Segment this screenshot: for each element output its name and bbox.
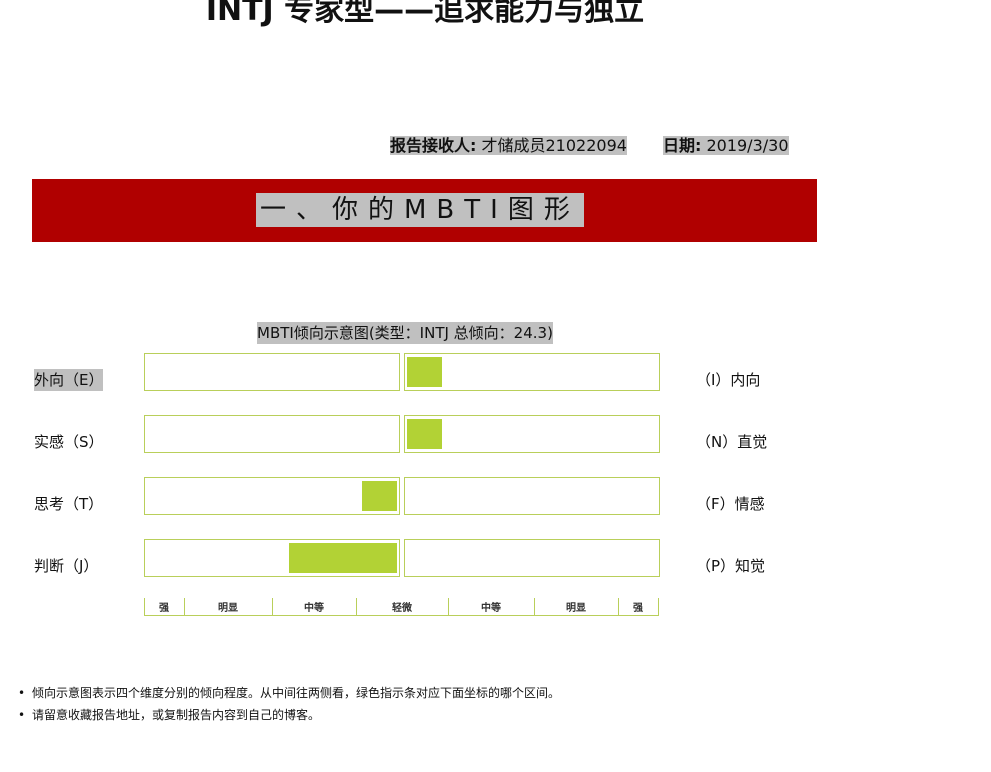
chart-title: MBTI倾向示意图(类型：INTJ 总倾向：24.3) bbox=[257, 322, 553, 344]
dimension-left-label: 判断（J） bbox=[34, 557, 99, 575]
date-label: 日期: bbox=[662, 136, 702, 155]
date-value: 2019/3/30 bbox=[706, 136, 789, 155]
tendency-box-right bbox=[404, 539, 660, 577]
scale-label: 明显 bbox=[218, 603, 238, 614]
dimension-right-label: （P）知觉 bbox=[696, 557, 766, 575]
scale-label: 强 bbox=[633, 603, 643, 614]
scale-tick bbox=[658, 598, 659, 616]
tendency-box-left bbox=[144, 539, 400, 577]
tendency-bar bbox=[289, 543, 397, 573]
scale-label: 中等 bbox=[481, 603, 501, 614]
report-meta: 报告接收人: 才储成员21022094 日期: 2019/3/30 bbox=[390, 134, 789, 158]
scale-label: 中等 bbox=[304, 603, 324, 614]
tendency-box-left bbox=[144, 415, 400, 453]
scale-label: 强 bbox=[159, 603, 169, 614]
dimension-left-label: 实感（S） bbox=[34, 433, 104, 451]
section-banner: 一、你的MBTI图形 bbox=[32, 179, 817, 242]
dimension-right-label: （F）情感 bbox=[696, 495, 765, 513]
recipient-label: 报告接收人: bbox=[390, 136, 477, 155]
dimension-left-label: 思考（T） bbox=[34, 495, 104, 513]
notes-list: 倾向示意图表示四个维度分别的倾向程度。从中间往两侧看，绿色指示条对应下面坐标的哪… bbox=[18, 682, 560, 726]
note-item: 请留意收藏报告地址，或复制报告内容到自己的博客。 bbox=[18, 704, 560, 726]
tendency-bar bbox=[407, 419, 442, 449]
report-title: INTJ 专家型——追求能力与独立 bbox=[205, 0, 645, 28]
tendency-box-left bbox=[144, 353, 400, 391]
scale-baseline bbox=[144, 615, 659, 616]
dimension-left-label: 外向（E） bbox=[34, 369, 104, 391]
section-heading: 一、你的MBTI图形 bbox=[256, 193, 584, 227]
note-item: 倾向示意图表示四个维度分别的倾向程度。从中间往两侧看，绿色指示条对应下面坐标的哪… bbox=[18, 682, 560, 704]
tendency-box-right bbox=[404, 415, 660, 453]
scale-label: 明显 bbox=[566, 603, 586, 614]
dimension-right-label: （I）内向 bbox=[696, 371, 761, 389]
dimension-right-label: （N）直觉 bbox=[696, 433, 768, 451]
recipient-value: 才储成员21022094 bbox=[481, 136, 627, 155]
tendency-bar bbox=[407, 357, 442, 387]
tendency-box-left bbox=[144, 477, 400, 515]
tendency-box-right bbox=[404, 353, 660, 391]
scale-label: 轻微 bbox=[392, 603, 412, 614]
chart-scale: 强 明显 中等 轻微 中等 明显 强 bbox=[144, 598, 659, 616]
tendency-box-right bbox=[404, 477, 660, 515]
tendency-bar bbox=[362, 481, 397, 511]
